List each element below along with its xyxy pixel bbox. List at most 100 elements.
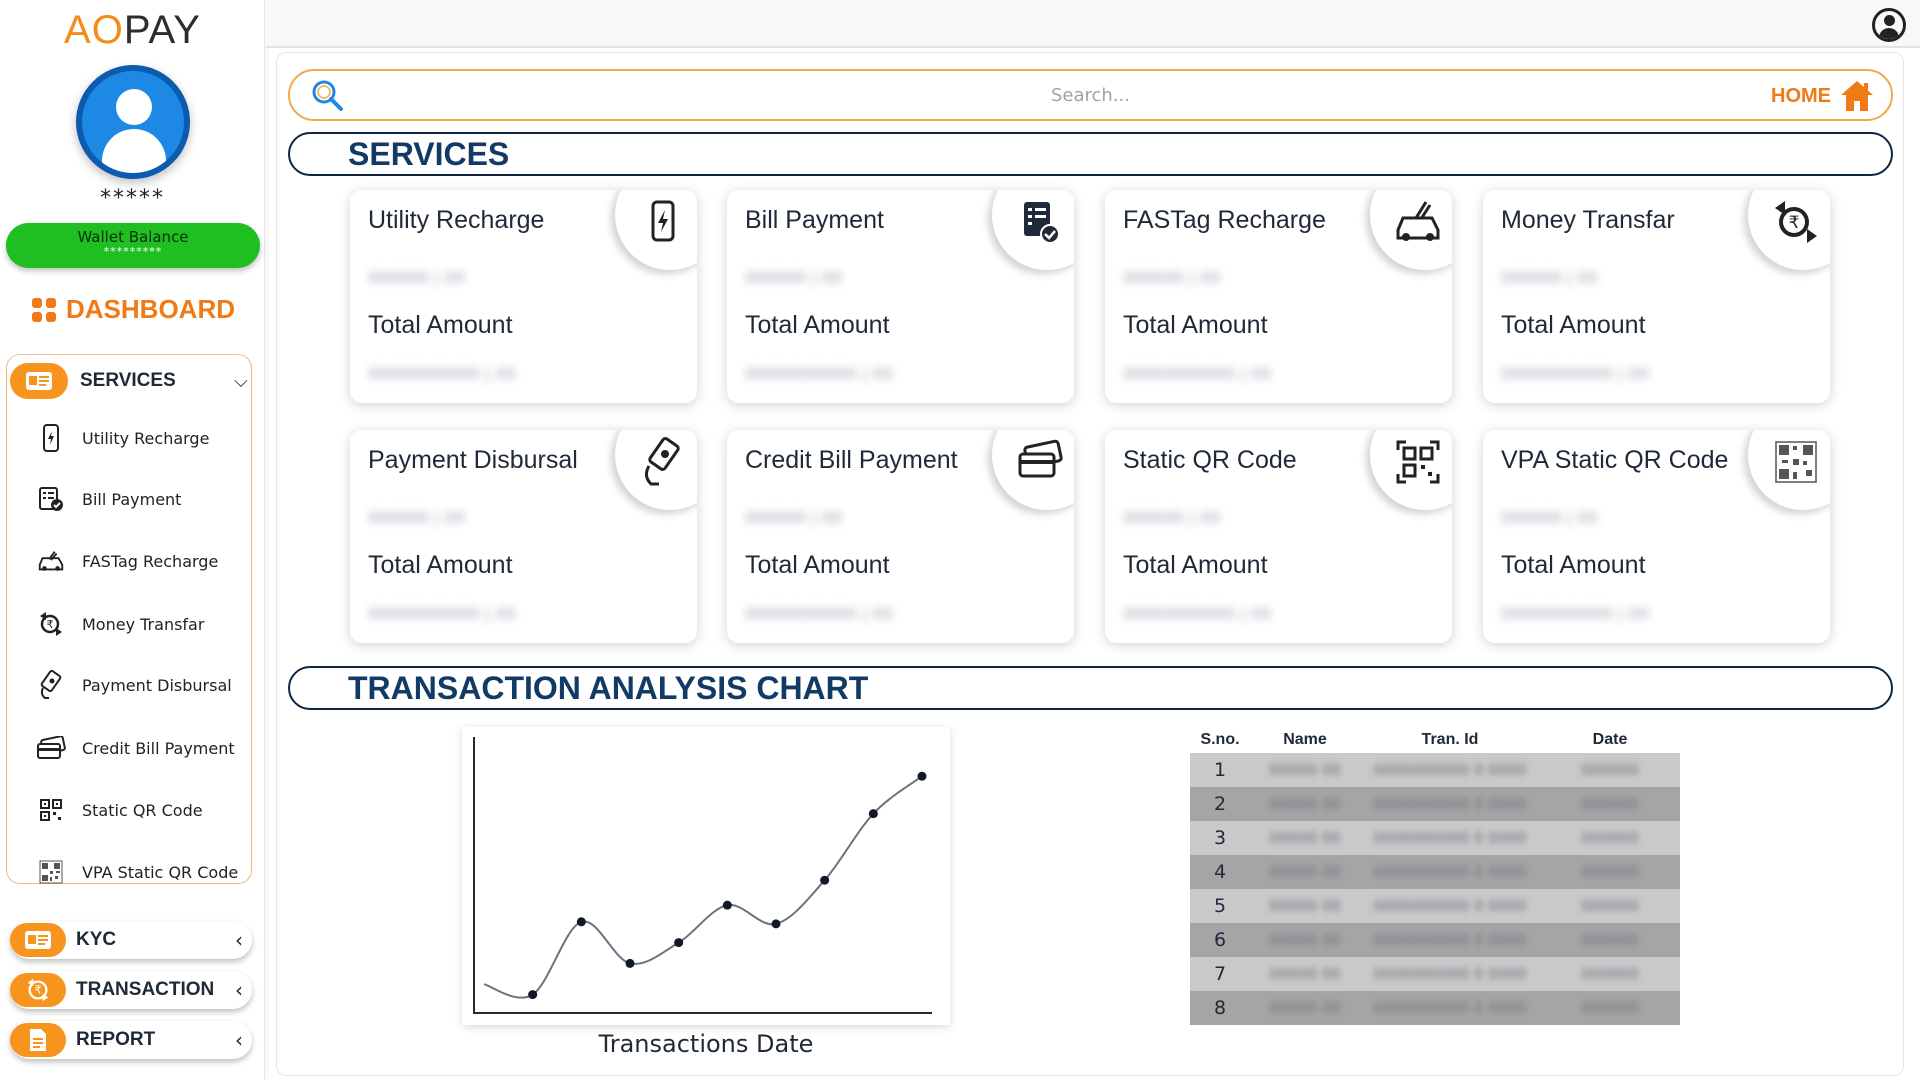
wallet-balance-label: Wallet Balance xyxy=(77,228,189,246)
logo[interactable]: AOPAY xyxy=(64,8,201,53)
home-label: HOME xyxy=(1771,84,1831,107)
table-row[interactable]: 7 00000 00 0000000000 0 0000 000000 xyxy=(1190,957,1680,991)
avatar[interactable] xyxy=(76,65,190,179)
id-card-icon xyxy=(10,363,68,399)
card-count: 000000 | 00 xyxy=(368,508,465,527)
kyc-menu[interactable]: KYC ‹ xyxy=(10,921,252,959)
service-card-static-qr-code[interactable]: Static QR Code 000000 | 00 Total Amount … xyxy=(1105,430,1452,643)
table-row[interactable]: 1 00000 00 0000000000 0 0000 000000 xyxy=(1190,753,1680,787)
search-input[interactable]: Search... xyxy=(290,85,1891,106)
svg-text:₹: ₹ xyxy=(34,984,41,997)
hand-money-icon xyxy=(644,437,680,486)
card-amount: 00000000000 | 00 xyxy=(745,604,893,623)
card-count: 000000 | 00 xyxy=(745,268,842,287)
transaction-line-chart xyxy=(473,737,932,1014)
sidebar-item-static-qr-code[interactable]: Static QR Code xyxy=(36,795,203,825)
sidebar-item-label: Static QR Code xyxy=(82,800,203,820)
search-bar[interactable]: Search... HOME xyxy=(288,69,1893,121)
card-count: 000000 | 00 xyxy=(1123,268,1220,287)
sidebar-item-utility-recharge[interactable]: Utility Recharge xyxy=(36,423,209,453)
table-row[interactable]: 4 00000 00 0000000000 0 0000 000000 xyxy=(1190,855,1680,889)
report-menu[interactable]: REPORT ‹ xyxy=(10,1021,252,1059)
cell-date: 000000 xyxy=(1581,829,1639,847)
services-section-header: SERVICES xyxy=(288,132,1893,176)
service-card-utility-recharge[interactable]: Utility Recharge 000000 | 00 Total Amoun… xyxy=(350,190,697,403)
document-icon xyxy=(10,1023,66,1057)
cell-tran-id: 0000000000 0 0000 xyxy=(1373,829,1527,847)
data-point[interactable] xyxy=(771,919,781,929)
svg-text:₹: ₹ xyxy=(47,618,54,631)
sidebar-item-bill-payment[interactable]: Bill Payment xyxy=(36,484,181,514)
wallet-balance[interactable]: Wallet Balance ********* xyxy=(6,223,260,268)
table-row[interactable]: 6 00000 00 0000000000 0 0000 000000 xyxy=(1190,923,1680,957)
sidebar-item-label: FASTag Recharge xyxy=(82,551,219,571)
data-point[interactable] xyxy=(625,958,635,968)
service-card-bill-payment[interactable]: Bill Payment 000000 | 00 Total Amount 00… xyxy=(727,190,1074,403)
analysis-section-title: TRANSACTION ANALYSIS CHART xyxy=(348,670,869,706)
masked-username: ***** xyxy=(100,186,165,211)
service-card-money-transfar[interactable]: ₹ Money Transfar 000000 | 00 Total Amoun… xyxy=(1483,190,1830,403)
cell-sno: 7 xyxy=(1213,963,1227,985)
col-header-date: Date xyxy=(1592,731,1628,748)
card-amount: 00000000000 | 00 xyxy=(1501,604,1649,623)
table-row[interactable]: 3 00000 00 0000000000 0 0000 000000 xyxy=(1190,821,1680,855)
sidebar-item-vpa-static-qr-code[interactable]: VPA Static QR Code xyxy=(36,857,238,887)
data-point[interactable] xyxy=(528,990,538,1000)
sidebar-item-fastag-recharge[interactable]: FASTag Recharge xyxy=(36,546,218,576)
table-body: 1 00000 00 0000000000 0 0000 000000 2 00000 0… xyxy=(1190,753,1680,1025)
card-total-label: Total Amount xyxy=(1123,311,1268,339)
card-amount: 00000000000 | 00 xyxy=(368,604,516,623)
logo-a: A xyxy=(64,8,92,52)
cell-date: 000000 xyxy=(1581,965,1639,983)
sidebar-item-payment-disbursal[interactable]: Payment Disbursal xyxy=(36,670,232,700)
transaction-label: TRANSACTION xyxy=(76,979,215,1000)
chart-x-axis-label: Transactions Date xyxy=(598,1030,814,1058)
wallet-balance-value: ********* xyxy=(103,245,163,258)
cell-date: 000000 xyxy=(1581,999,1639,1017)
services-menu-toggle[interactable]: SERVICES ⌵ xyxy=(10,361,252,401)
service-card-credit-bill-payment[interactable]: Credit Bill Payment 000000 | 00 Total Am… xyxy=(727,430,1074,643)
sidebar-item-label: Credit Bill Payment xyxy=(82,738,235,758)
sidebar-item-label: Money Transfar xyxy=(82,614,205,634)
rupee-transfer-icon: ₹ xyxy=(1775,201,1817,243)
sidebar-item-money-transfar[interactable]: ₹ Money Transfar xyxy=(36,609,204,639)
data-point[interactable] xyxy=(576,917,586,927)
series-line xyxy=(483,775,923,999)
dashboard-link[interactable]: DASHBOARD xyxy=(32,294,235,325)
chevron-left-icon: ‹ xyxy=(235,928,243,952)
cell-date: 000000 xyxy=(1581,795,1639,813)
card-title: Utility Recharge xyxy=(368,206,545,234)
data-point[interactable] xyxy=(868,809,878,819)
card-total-label: Total Amount xyxy=(745,311,890,339)
card-count: 000000 | 00 xyxy=(1123,508,1220,527)
data-point[interactable] xyxy=(917,771,927,781)
chart-axes xyxy=(473,737,932,1014)
cell-name: 00000 00 xyxy=(1269,999,1341,1017)
cell-tran-id: 0000000000 0 0000 xyxy=(1373,965,1527,983)
sidebar-item-credit-bill-payment[interactable]: Credit Bill Payment xyxy=(36,733,235,763)
credit-card-icon xyxy=(36,734,66,762)
cell-sno: 5 xyxy=(1213,895,1227,917)
table-row[interactable]: 5 00000 00 0000000000 0 0000 000000 xyxy=(1190,889,1680,923)
service-card-payment-disbursal[interactable]: Payment Disbursal 000000 | 00 Total Amou… xyxy=(350,430,697,643)
service-card-vpa-static-qr-code[interactable]: VPA Static QR Code 000000 | 00 Total Amo… xyxy=(1483,430,1830,643)
table-row[interactable]: 2 00000 00 0000000000 0 0000 000000 xyxy=(1190,787,1680,821)
sidebar-item-label: Utility Recharge xyxy=(82,428,210,448)
data-point[interactable] xyxy=(722,900,732,910)
transaction-menu[interactable]: ₹ TRANSACTION ‹ xyxy=(10,971,252,1009)
home-icon xyxy=(1841,81,1873,111)
cell-sno: 1 xyxy=(1213,759,1227,781)
card-total-label: Total Amount xyxy=(368,551,513,579)
home-link[interactable]: HOME xyxy=(1771,78,1875,114)
cell-tran-id: 0000000000 0 0000 xyxy=(1373,863,1527,881)
service-card-fastag-recharge[interactable]: FASTag Recharge 000000 | 00 Total Amount… xyxy=(1105,190,1452,403)
data-point[interactable] xyxy=(674,938,684,948)
card-amount: 00000000000 | 00 xyxy=(368,364,516,383)
user-profile-icon[interactable] xyxy=(1872,8,1906,42)
analysis-section-header: TRANSACTION ANALYSIS CHART xyxy=(288,666,1893,710)
card-title: Payment Disbursal xyxy=(368,446,578,474)
data-point[interactable] xyxy=(820,875,830,885)
card-total-label: Total Amount xyxy=(745,551,890,579)
hand-money-icon xyxy=(36,670,66,699)
table-row[interactable]: 8 00000 00 0000000000 0 0000 000000 xyxy=(1190,991,1680,1025)
